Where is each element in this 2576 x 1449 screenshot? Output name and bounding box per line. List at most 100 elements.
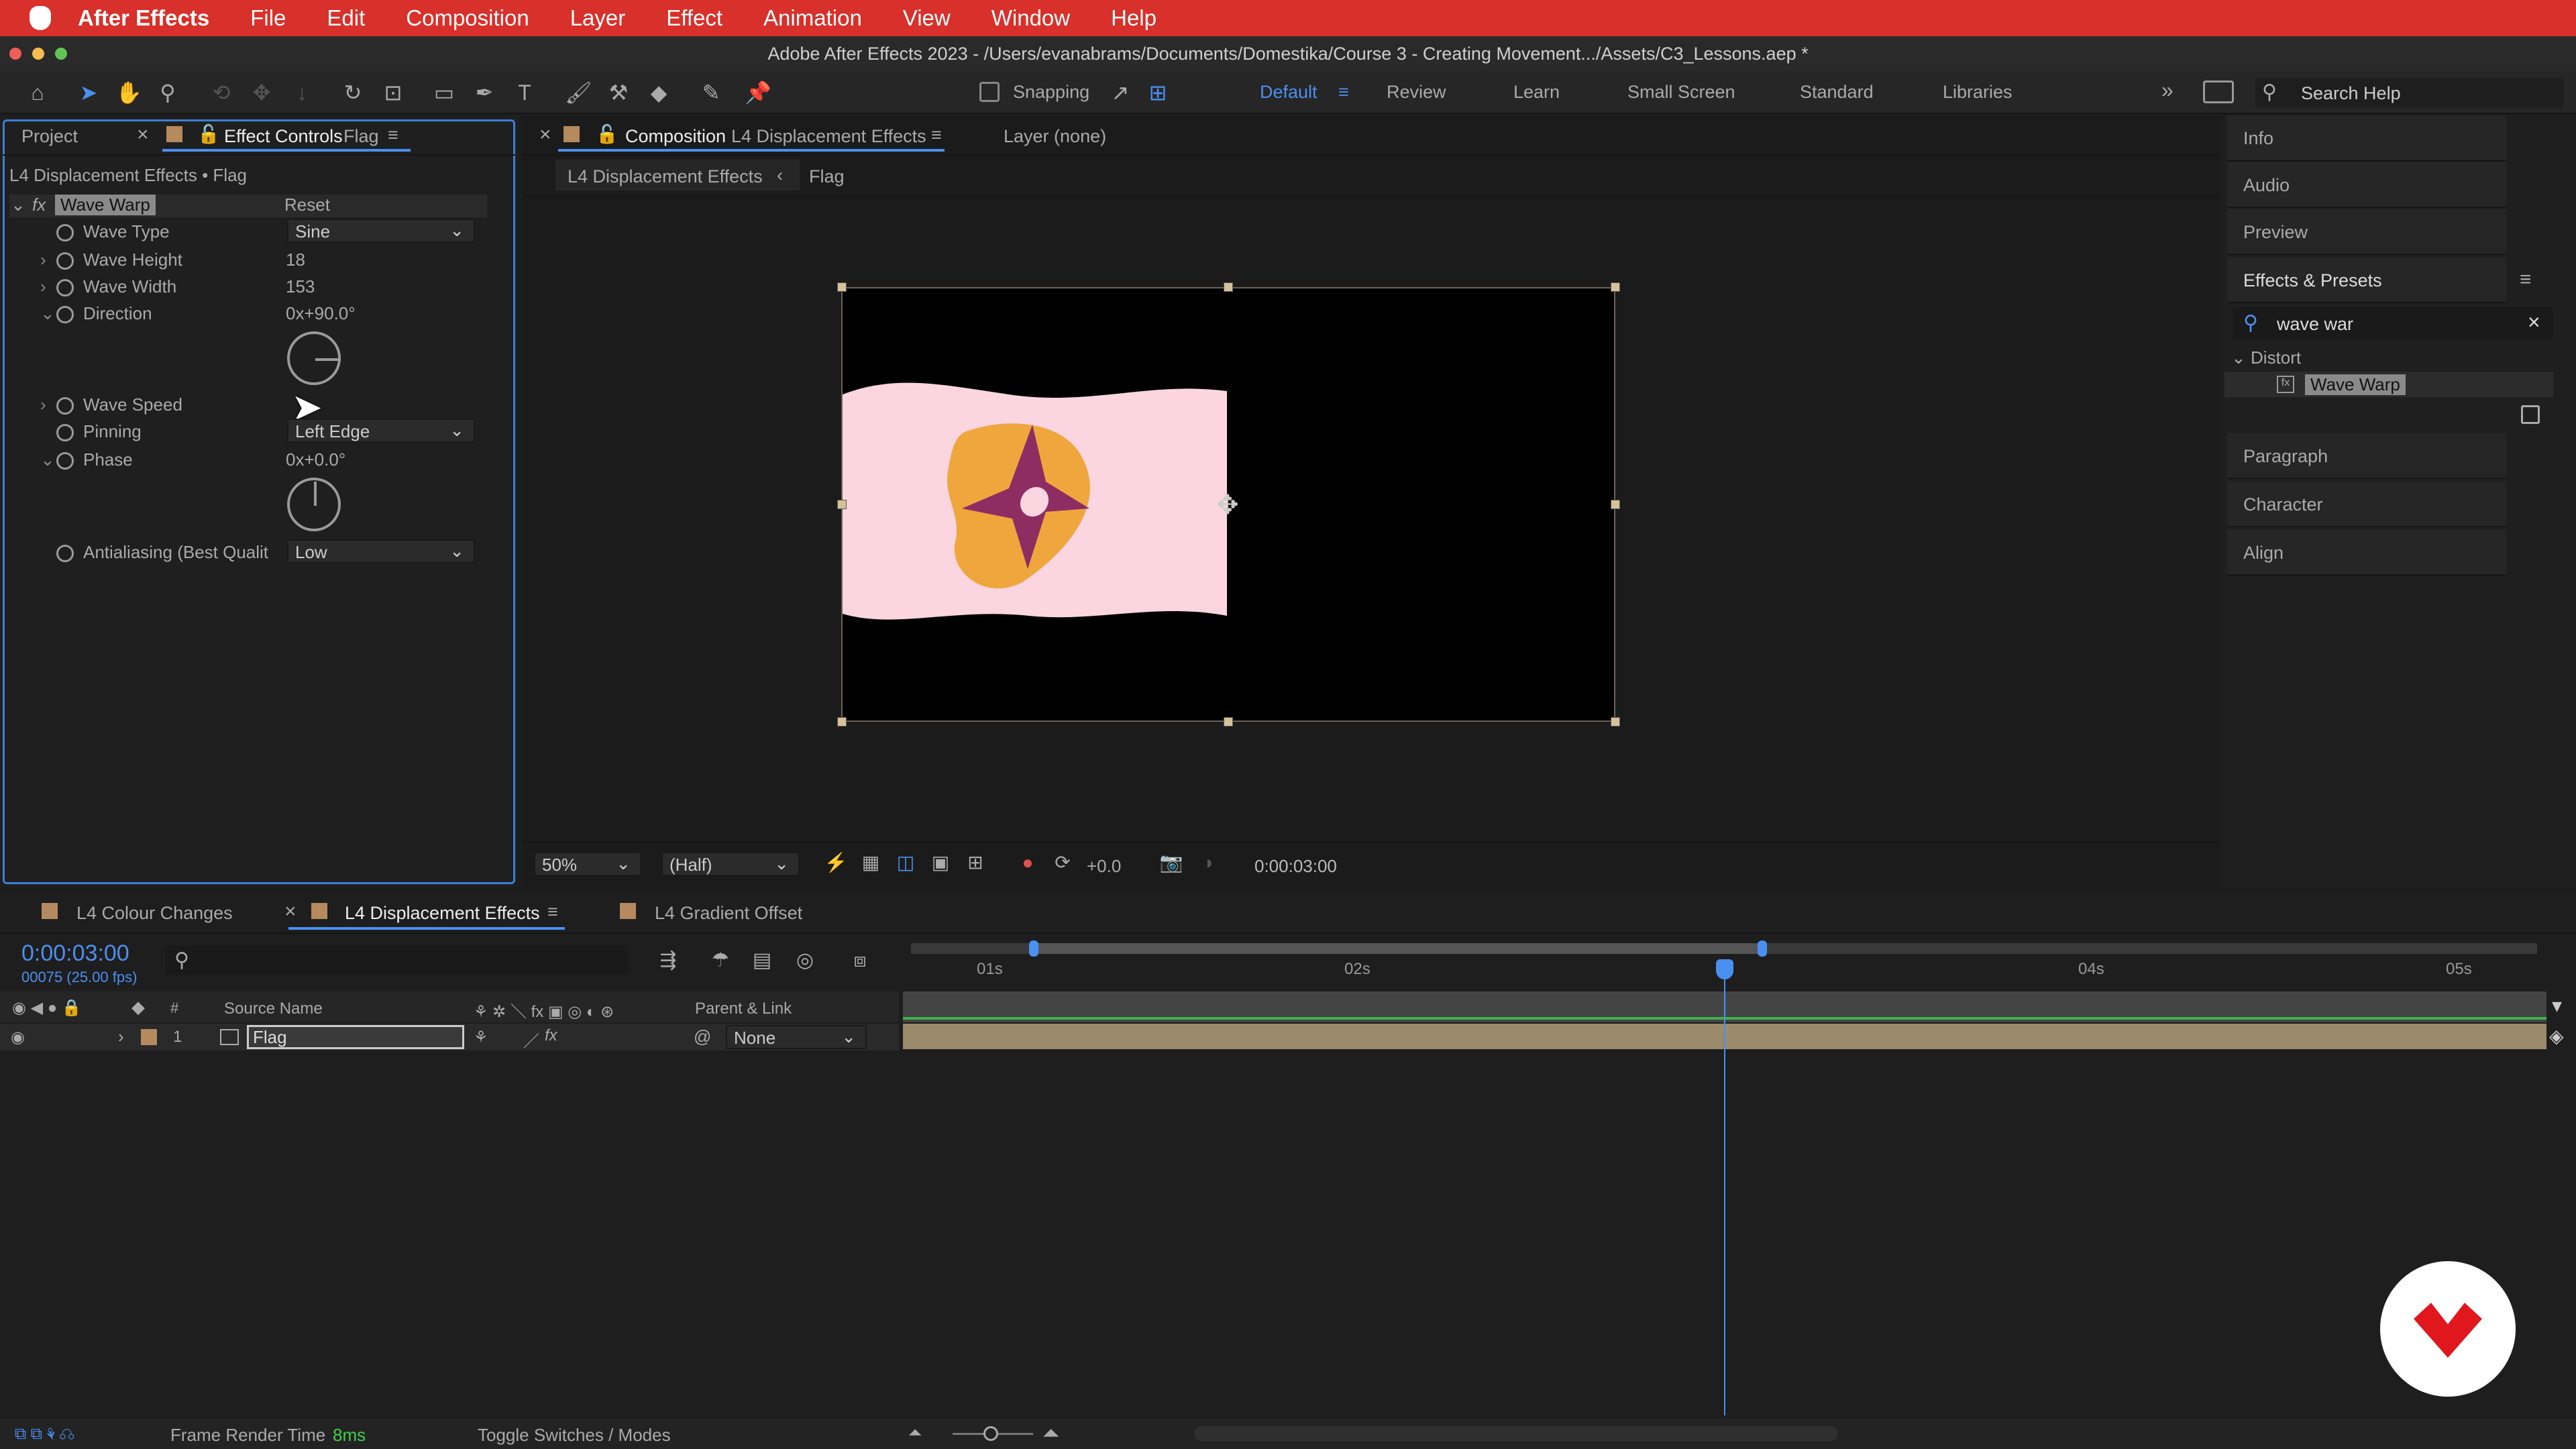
work-area-bar[interactable] [1033,943,1763,954]
menu-edit[interactable]: Edit [327,5,365,31]
menu-composition[interactable]: Composition [406,5,529,31]
transform-handle[interactable] [1224,717,1233,727]
composition-flowchart-icon[interactable]: ⇶ [655,947,682,974]
clear-search-icon[interactable]: × [2528,310,2540,335]
tab-layer-name[interactable]: Flag [343,126,379,147]
graph-editor-icon[interactable]: ⧈ [847,947,873,974]
search-help-field[interactable]: ⚲ Search Help [2255,78,2564,107]
menu-animation[interactable]: Animation [763,5,862,31]
layer-name-field[interactable]: Flag [247,1025,464,1049]
menu-view[interactable]: View [903,5,951,31]
selection-tool-icon[interactable]: ➤ [75,79,102,106]
menu-effect[interactable]: Effect [666,5,722,31]
stopwatch-icon[interactable] [56,306,74,324]
draft-3d-icon[interactable]: ☂ [707,947,734,974]
zoom-tool-icon[interactable]: ⚲ [154,79,181,106]
tab-project[interactable]: Project [21,126,78,147]
lock-icon[interactable]: 🔓 [197,123,220,145]
menu-window[interactable]: Window [991,5,1070,31]
motion-blur-icon[interactable]: ◎ [792,947,818,974]
comp-button-icon[interactable]: ◈ [2549,1025,2564,1047]
transform-handle[interactable] [1611,282,1620,292]
pick-whip-icon[interactable]: @ [694,1026,711,1047]
workspace-default[interactable]: Default [1260,82,1318,103]
workspace-small-screen[interactable]: Small Screen [1627,82,1735,103]
work-area-end-handle[interactable] [1758,941,1767,957]
rectangle-tool-icon[interactable]: ▭ [431,79,458,106]
transform-handle[interactable] [1611,717,1620,727]
zoom-dropdown[interactable]: 50% ⌄ [534,852,641,876]
expand-layer-chevron-icon[interactable]: › [118,1026,124,1047]
transform-handle[interactable] [1224,282,1233,292]
transform-handle[interactable] [837,717,847,727]
wave-type-dropdown[interactable]: Sine ⌄ [287,219,475,243]
close-tab-icon[interactable]: × [539,123,551,146]
close-tab-icon[interactable]: × [284,900,297,923]
snap-options-icon[interactable]: ↗ [1107,79,1134,106]
minimize-window-button[interactable] [32,48,44,60]
shy-layers-icon[interactable]: ▤ [749,947,775,974]
direction-value[interactable]: 0x+90.0° [286,303,356,324]
effect-result-wave-warp[interactable]: Wave Warp [2305,374,2406,395]
timeline-zoom-thumb[interactable] [983,1426,998,1441]
zoom-out-icon[interactable]: ⏶ [908,1422,922,1444]
lock-icon[interactable]: 🔓 [596,123,619,145]
transform-handle[interactable] [837,500,847,509]
timeline-tab-gradient-offset[interactable]: L4 Gradient Offset [655,903,802,924]
phase-value[interactable]: 0x+0.0° [286,449,345,470]
orbit-tool-icon[interactable]: ⟲ [208,79,235,106]
column-parent-link[interactable]: Parent & Link [695,1000,792,1018]
region-of-interest-icon[interactable]: ▣ [927,849,954,876]
exposure-value[interactable]: +0.0 [1087,856,1121,877]
wave-height-value[interactable]: 18 [286,250,305,270]
workspace-libraries[interactable]: Libraries [1943,82,2012,103]
panel-menu-icon[interactable]: ≡ [547,902,558,922]
toggle-switches-modes-button[interactable]: Toggle Switches / Modes [478,1425,671,1446]
zoom-in-icon[interactable]: ⏶ [1042,1421,1060,1446]
panel-menu-icon[interactable]: ≡ [931,125,942,146]
panel-info[interactable]: Info [2227,115,2506,161]
pen-tool-icon[interactable]: ✒ [471,79,498,106]
visibility-eye-icon[interactable]: ◉ [11,1028,25,1047]
workspace-standard[interactable]: Standard [1800,82,1874,103]
apple-icon[interactable] [30,6,51,30]
eraser-tool-icon[interactable]: ◆ [645,79,672,106]
close-tab-icon[interactable]: × [137,123,149,146]
pan-tool-icon[interactable]: ✥ [248,79,275,106]
workspace-layout-icon[interactable] [2203,80,2234,103]
dolly-tool-icon[interactable]: ↓ [288,79,315,106]
clone-stamp-tool-icon[interactable]: ⚒ [605,79,632,106]
expand-effect-chevron-icon[interactable]: ⌄ [11,195,25,215]
breadcrumb-layer[interactable]: Flag [809,166,845,187]
home-icon[interactable]: ⌂ [24,79,51,106]
stopwatch-icon[interactable] [56,252,74,270]
workspace-menu-icon[interactable]: ≡ [1338,82,1349,103]
expand-chevron-icon[interactable]: › [40,250,56,270]
workspace-learn[interactable]: Learn [1513,82,1560,103]
panel-menu-icon[interactable]: ≡ [2520,268,2532,291]
collapse-chevron-icon[interactable]: ⌄ [40,303,56,324]
panel-paragraph[interactable]: Paragraph [2227,433,2506,479]
tab-effect-controls[interactable]: Effect Controls [224,126,343,147]
stopwatch-icon[interactable] [56,397,74,415]
workspace-review[interactable]: Review [1387,82,1446,103]
tab-composition-name[interactable]: L4 Displacement Effects [731,126,926,147]
panel-align[interactable]: Align [2227,530,2506,576]
snapshot-camera-icon[interactable]: 📷 [1158,849,1185,876]
layer-search-input[interactable]: ⚲ [165,946,628,975]
anchor-tool-icon[interactable]: ⊡ [380,79,407,106]
zoom-window-button[interactable] [55,48,67,60]
pinning-dropdown[interactable]: Left Edge ⌄ [287,419,475,443]
brush-tool-icon[interactable]: 🖌 [565,79,592,106]
expand-chevron-icon[interactable]: › [40,394,56,415]
close-window-button[interactable] [9,48,21,60]
menu-file[interactable]: File [250,5,286,31]
hand-tool-icon[interactable]: ✋ [115,79,142,106]
timeline-scrollbar[interactable] [1194,1426,1838,1441]
collapse-chevron-icon[interactable]: ⌄ [40,449,56,470]
expand-chevron-icon[interactable]: › [40,276,56,297]
column-source-name[interactable]: Source Name [224,1000,323,1018]
transform-handle[interactable] [837,282,847,292]
fx-icon[interactable]: fx [32,195,46,215]
antialiasing-dropdown[interactable]: Low ⌄ [287,539,475,564]
